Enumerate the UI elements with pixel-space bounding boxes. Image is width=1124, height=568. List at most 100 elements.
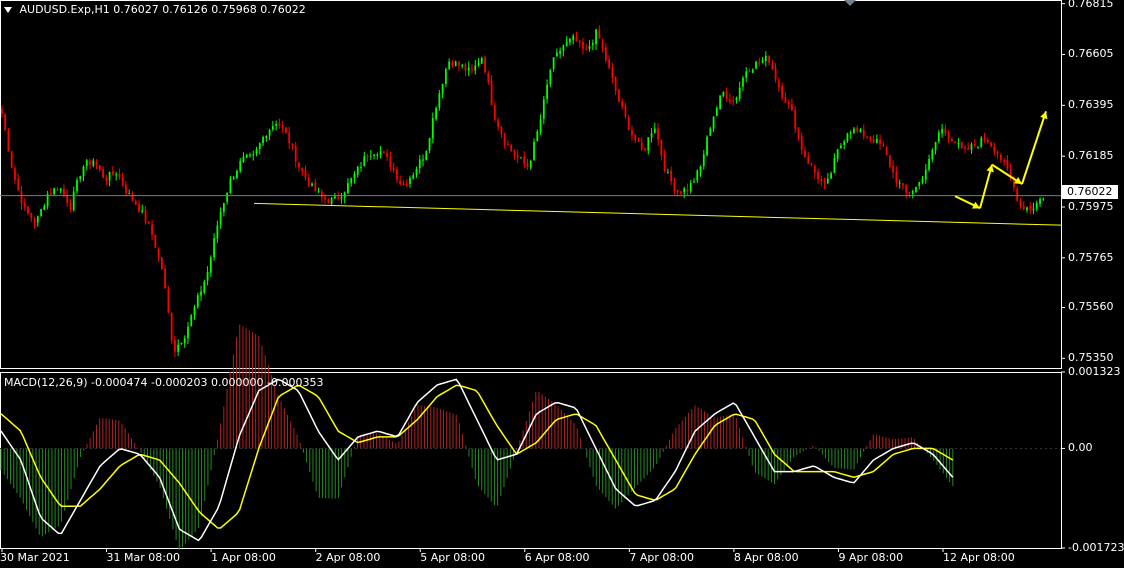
bear-candle: [791, 103, 793, 110]
bear-candle: [993, 146, 996, 153]
bear-candle: [14, 168, 16, 180]
bear-candle: [167, 288, 170, 313]
bull-candle: [653, 128, 656, 133]
bear-candle: [807, 156, 810, 164]
bull-candle: [764, 55, 767, 62]
macd-tick-label: -0.001723: [1068, 541, 1124, 554]
bear-candle: [856, 127, 859, 132]
bear-candle: [4, 113, 7, 131]
bear-candle: [1016, 188, 1019, 201]
bear-candle: [866, 136, 868, 138]
forecast-arrow-segment[interactable]: [1021, 111, 1047, 185]
bull-candle: [647, 137, 650, 151]
bull-candle: [435, 108, 437, 120]
chart-canvas[interactable]: [0, 0, 1124, 568]
bear-candle: [56, 188, 59, 191]
bear-candle: [787, 102, 790, 104]
bull-candle: [846, 133, 849, 142]
bull-candle: [542, 99, 545, 119]
bear-candle: [905, 184, 908, 193]
bull-candle: [373, 154, 375, 156]
bear-candle: [49, 193, 52, 195]
bull-candle: [43, 205, 46, 211]
bull-candle: [268, 129, 271, 136]
bull-candle: [742, 77, 744, 87]
bear-candle: [294, 145, 297, 162]
bear-candle: [314, 182, 317, 192]
bear-candle: [768, 55, 770, 63]
bear-candle: [95, 161, 98, 165]
bull-candle: [1032, 208, 1035, 211]
bull-candle: [353, 173, 356, 178]
time-tick-label: 2 Apr 08:00: [315, 551, 381, 564]
bear-candle: [503, 133, 506, 145]
bull-candle: [376, 154, 379, 156]
bear-candle: [983, 138, 986, 141]
bear-candle: [1022, 205, 1025, 210]
bear-candle: [324, 197, 326, 200]
bull-candle: [915, 186, 917, 192]
bear-candle: [405, 184, 408, 186]
bear-candle: [637, 140, 640, 142]
bear-candle: [20, 190, 23, 204]
bull-candle: [859, 129, 862, 133]
bull-candle: [924, 169, 927, 180]
time-tick-label: 1 Apr 08:00: [211, 551, 276, 564]
bear-candle: [879, 139, 881, 145]
bull-candle: [347, 183, 349, 194]
bull-candle: [702, 154, 705, 167]
bear-candle: [301, 167, 304, 172]
bear-candle: [30, 213, 33, 219]
bull-candle: [931, 149, 934, 160]
bear-candle: [10, 151, 13, 168]
macd-value-2: -0.000203: [151, 376, 208, 389]
chart-menu-icon[interactable]: [4, 7, 12, 13]
bull-candle: [699, 166, 702, 172]
bear-candle: [281, 125, 284, 129]
bear-candle: [986, 139, 989, 143]
bear-candle: [725, 90, 728, 99]
bear-candle: [872, 138, 875, 143]
bear-candle: [670, 170, 673, 182]
bear-candle: [510, 144, 513, 151]
bull-candle: [934, 142, 937, 151]
bear-candle: [147, 221, 150, 224]
bear-candle: [33, 218, 36, 223]
bull-candle: [980, 137, 983, 147]
bull-candle: [693, 181, 695, 183]
bear-candle: [105, 177, 108, 182]
time-tick-label: 6 Apr 08:00: [524, 551, 590, 564]
macd-value-1: -0.000474: [91, 376, 148, 389]
bull-candle: [569, 38, 571, 43]
bear-candle: [944, 128, 947, 134]
bull-candle: [830, 173, 833, 179]
support-trendline[interactable]: [253, 202, 1062, 226]
bull-candle: [826, 178, 829, 184]
bear-candle: [386, 153, 389, 157]
bear-candle: [399, 180, 402, 184]
bear-candle: [389, 156, 392, 167]
bear-candle: [634, 134, 637, 141]
bull-candle: [53, 188, 56, 195]
bear-candle: [611, 67, 614, 78]
time-tick-label: 30 Mar 2021: [0, 551, 70, 564]
bear-candle: [157, 248, 160, 256]
bull-candle: [183, 338, 186, 344]
price-tick-label: 0.75560: [1068, 300, 1114, 314]
bull-candle: [477, 63, 480, 65]
bull-candle: [379, 151, 382, 156]
current-price-badge: 0.76022: [1062, 185, 1118, 199]
bull-candle: [108, 172, 111, 181]
bull-candle: [226, 192, 229, 202]
bull-candle: [428, 137, 431, 151]
bear-candle: [523, 156, 526, 164]
bull-candle: [559, 50, 562, 54]
bear-candle: [908, 191, 911, 193]
bull-candle: [422, 159, 424, 161]
bear-candle: [758, 62, 761, 64]
bull-candle: [363, 156, 366, 167]
symbol-label: AUDUSD.Exp,H1: [19, 3, 110, 16]
bear-candle: [748, 71, 751, 73]
bear-candle: [781, 86, 784, 98]
bull-candle: [262, 137, 264, 144]
